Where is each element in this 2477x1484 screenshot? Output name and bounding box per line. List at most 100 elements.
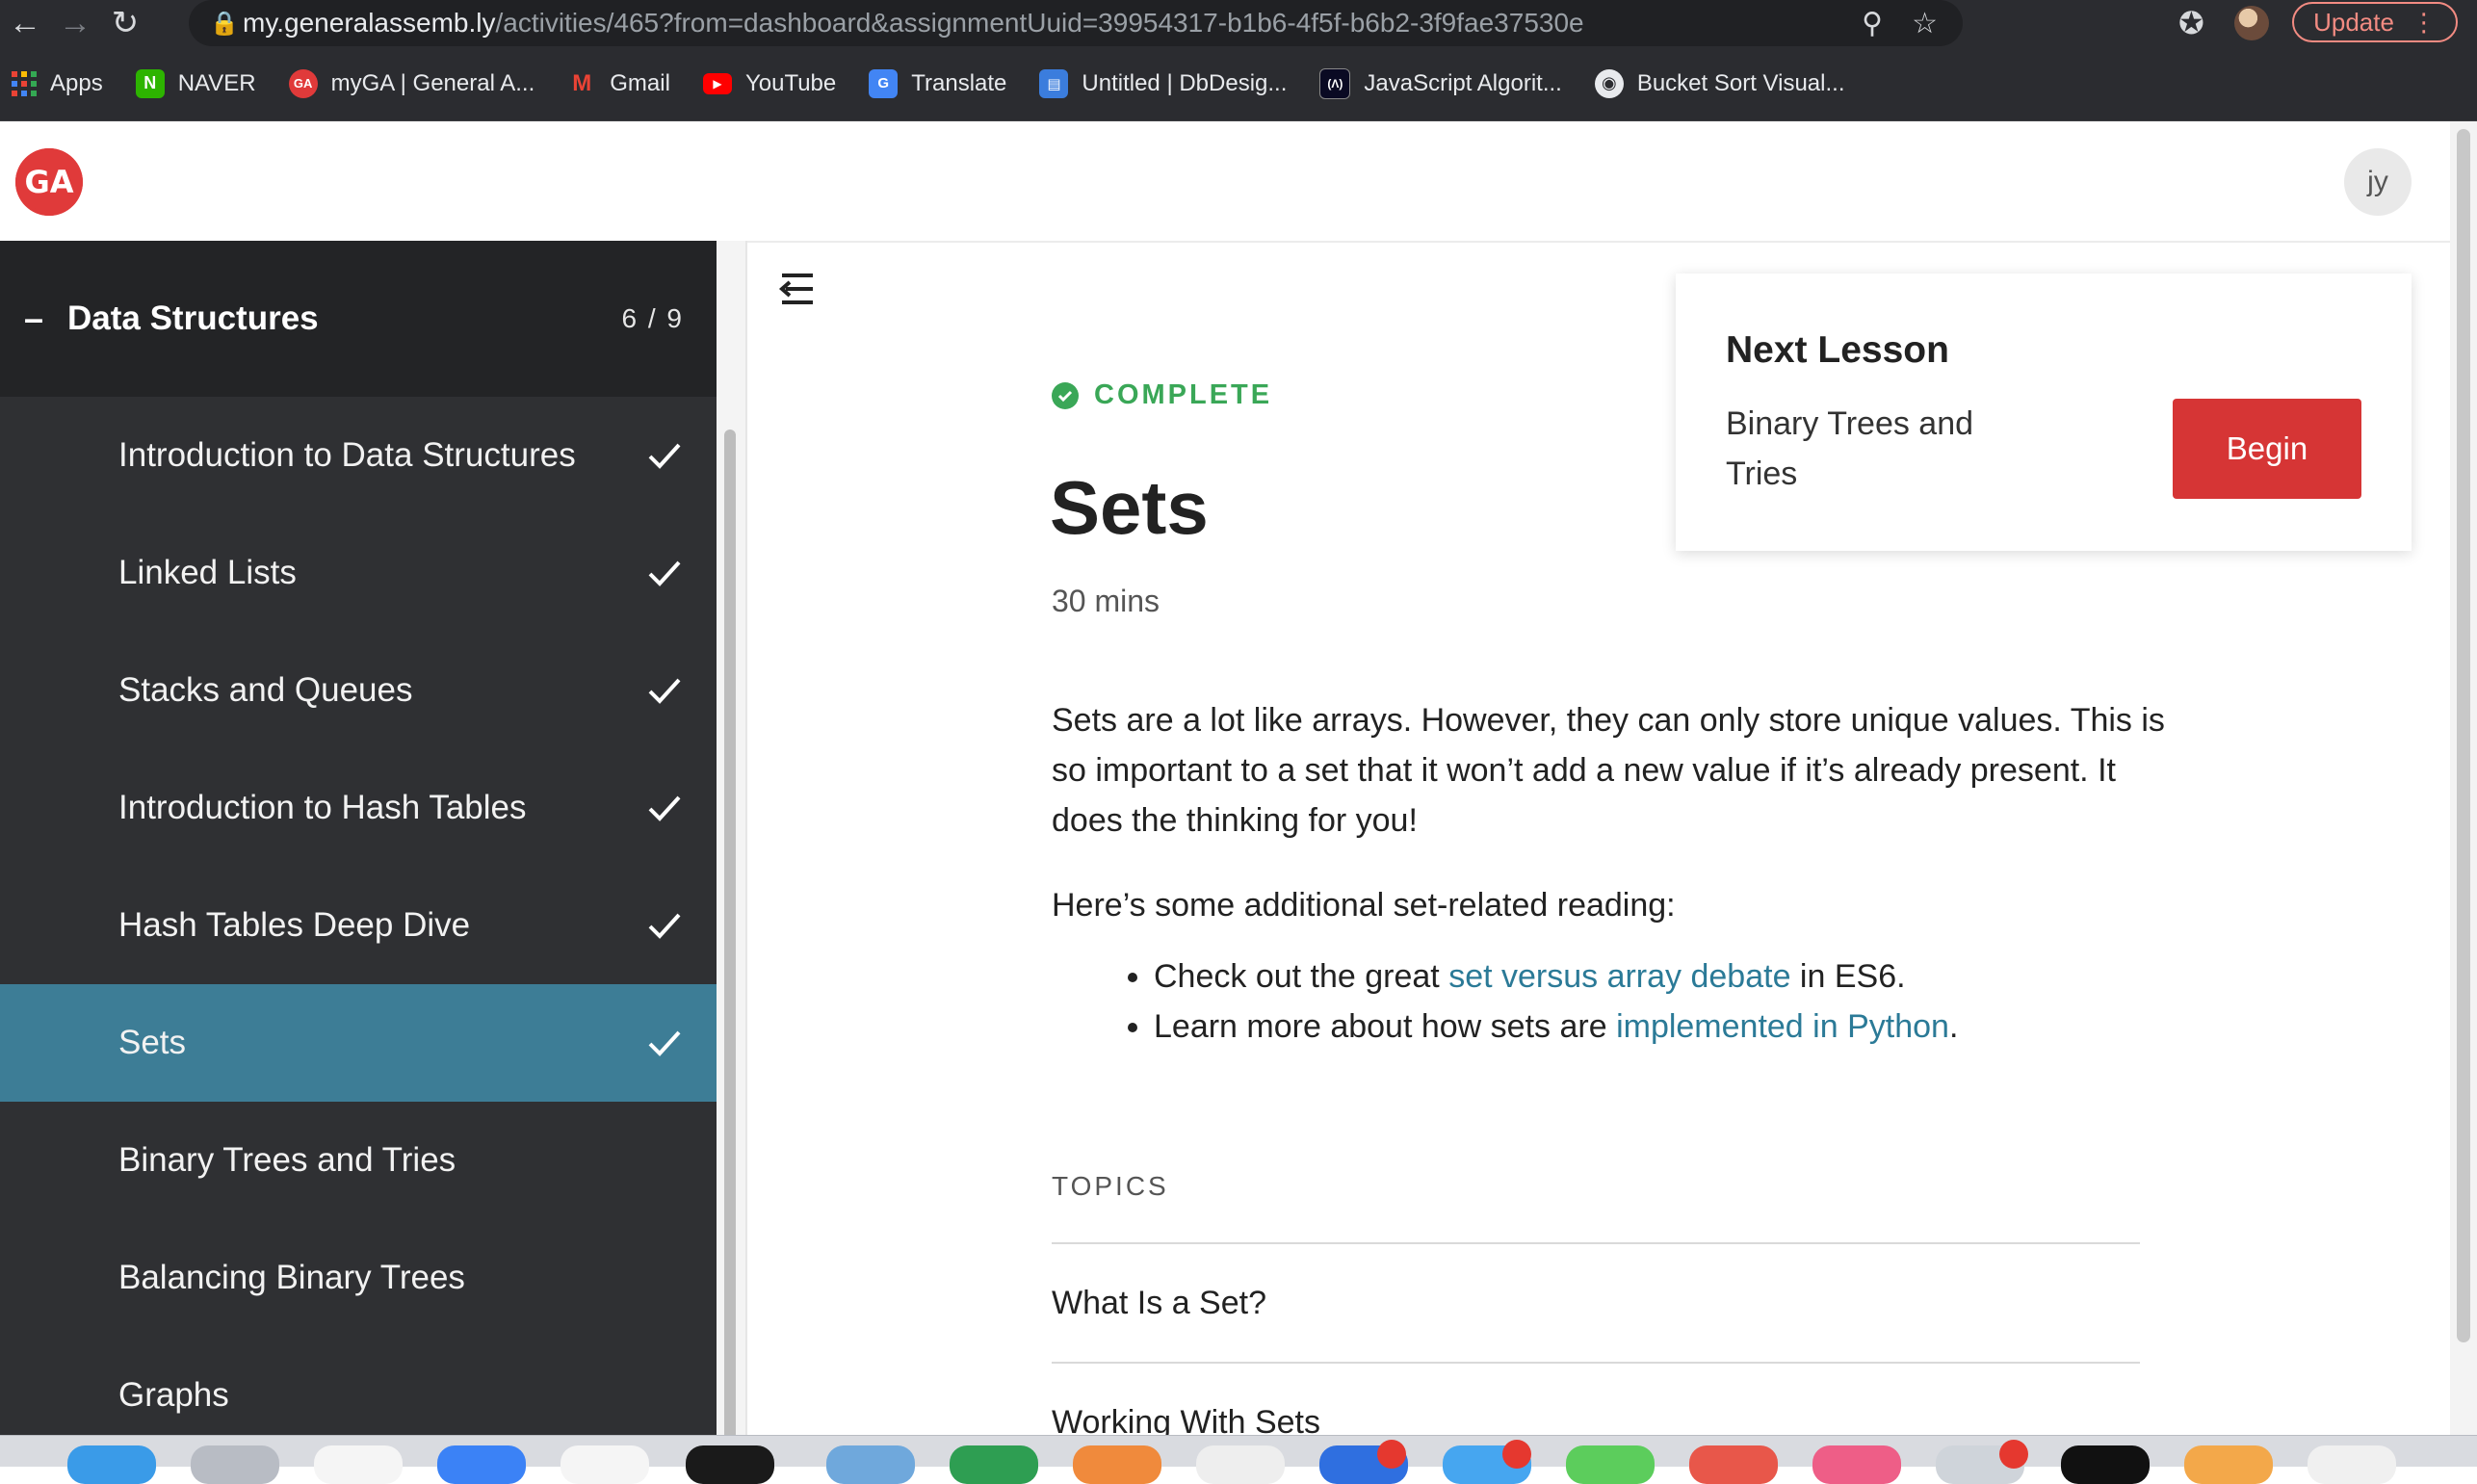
sidebar-item-sets[interactable]: Sets <box>0 984 717 1102</box>
bookmark-naver[interactable]: N NAVER <box>135 68 256 98</box>
extensions-puzzle-icon[interactable]: ✪ <box>2178 0 2204 46</box>
checkmark-icon <box>648 913 681 939</box>
reading-list: Check out the great set versus array deb… <box>1052 951 2169 1052</box>
dock-books-icon[interactable] <box>1073 1445 1161 1484</box>
freecodecamp-icon: (Λ) <box>1319 67 1351 99</box>
set-vs-array-link[interactable]: set versus array debate <box>1448 958 1790 995</box>
dock-vscode-icon[interactable] <box>2061 1445 2150 1484</box>
sidebar-item-label: Hash Tables Deep Dive <box>118 906 471 944</box>
sidebar-scrollbar-thumb[interactable] <box>724 430 736 1441</box>
dock-launchpad-icon[interactable] <box>191 1445 279 1484</box>
sidebar-item-binary-trees-and-tries[interactable]: Binary Trees and Tries <box>0 1102 717 1219</box>
sidebar-item-linked-lists[interactable]: Linked Lists <box>0 514 717 632</box>
dock-notes-icon[interactable] <box>1196 1445 1285 1484</box>
checkmark-icon <box>648 443 681 469</box>
bookmark-dbdesigner[interactable]: ▤ Untitled | DbDesig... <box>1039 68 1287 98</box>
address-bar[interactable]: 🔒 my.generalassemb.ly/activities/465?fro… <box>189 0 1963 46</box>
lesson-body: Sets are a lot like arrays. However, the… <box>1052 695 2169 1052</box>
dock-facetime-icon[interactable] <box>1566 1445 1655 1484</box>
update-button[interactable]: Update ⋮ <box>2292 2 2458 42</box>
lesson-list: Introduction to Data Structures Linked Li… <box>0 397 717 1435</box>
more-vertical-icon: ⋮ <box>2411 7 2437 37</box>
next-lesson-card: Next Lesson Binary Trees and Tries Begin <box>1676 273 2412 551</box>
sidebar-item-label: Balancing Binary Trees <box>118 1259 465 1296</box>
dock-chrome-icon[interactable] <box>2184 1445 2273 1484</box>
sidebar-item-balancing-binary-trees[interactable]: Balancing Binary Trees <box>0 1219 717 1337</box>
zoom-icon[interactable]: ⚲ <box>1862 7 1883 40</box>
sidebar-item-stacks-and-queues[interactable]: Stacks and Queues <box>0 632 717 749</box>
youtube-icon: ▶ <box>702 72 732 94</box>
sidebar-item-hash-tables-deep-dive[interactable]: Hash Tables Deep Dive <box>0 867 717 984</box>
page-scrollbar[interactable] <box>2450 121 2477 1441</box>
checkmark-icon <box>648 560 681 586</box>
lock-icon: 🔒 <box>210 10 239 37</box>
intro-paragraph: Sets are a lot like arrays. However, the… <box>1052 702 2165 839</box>
bookmark-myga[interactable]: GA myGA | General A... <box>288 68 535 98</box>
list-item: Learn more about how sets are implemente… <box>1154 1002 2169 1052</box>
bookmark-translate[interactable]: G Translate <box>869 68 1006 98</box>
page-title: Sets <box>1050 465 1209 550</box>
user-avatar[interactable]: jy <box>2344 148 2412 216</box>
dock-music-icon[interactable] <box>1689 1445 1778 1484</box>
list-item: Check out the great set versus array deb… <box>1154 951 2169 1002</box>
dock-preview-icon[interactable] <box>826 1445 915 1484</box>
dock-safari-icon[interactable] <box>314 1445 403 1484</box>
sidebar-item-label: Graphs <box>118 1376 229 1414</box>
section-progress-count: 6 / 9 <box>621 303 684 333</box>
sidebar-item-introduction-to-data-structures[interactable]: Introduction to Data Structures <box>0 397 717 514</box>
dock-numbers-icon[interactable] <box>950 1445 1038 1484</box>
back-arrow-icon[interactable]: ← <box>0 0 50 46</box>
topics-heading: TOPICS <box>1052 1171 1169 1201</box>
apps-grid-icon <box>12 70 37 96</box>
topic-what-is-a-set[interactable]: What Is a Set? <box>1052 1242 2140 1362</box>
dock-podcasts-icon[interactable] <box>1812 1445 1901 1484</box>
bookmark-gmail[interactable]: M Gmail <box>567 69 670 98</box>
sidebar-item-graphs[interactable]: Graphs <box>0 1337 717 1435</box>
sidebar-item-introduction-to-hash-tables[interactable]: Introduction to Hash Tables <box>0 749 717 867</box>
checkmark-icon <box>648 678 681 704</box>
sidebar-item-label: Stacks and Queues <box>118 671 413 709</box>
reading-intro: Here’s some additional set-related readi… <box>1052 887 1676 924</box>
python-sets-link[interactable]: implemented in Python <box>1616 1008 1949 1045</box>
dock-calendar-icon[interactable] <box>561 1445 649 1484</box>
translate-icon: G <box>869 68 899 98</box>
macos-dock <box>0 1435 2477 1484</box>
bookmark-apps[interactable]: Apps <box>12 70 103 97</box>
dock-trash-icon[interactable] <box>2308 1445 2396 1484</box>
bookmark-bucket-sort[interactable]: ◉ Bucket Sort Visual... <box>1594 68 1845 98</box>
ga-logo[interactable]: GA <box>15 148 83 216</box>
page-scrollbar-thumb[interactable] <box>2457 129 2470 1342</box>
checkmark-icon <box>648 795 681 821</box>
dock-finder-icon[interactable] <box>67 1445 156 1484</box>
browser-profile-avatar[interactable] <box>2234 6 2269 40</box>
toggle-sidebar-icon[interactable] <box>778 272 817 306</box>
sidebar-item-label: Linked Lists <box>118 554 297 591</box>
forward-arrow-icon[interactable]: → <box>50 0 100 46</box>
sidebar-item-label: Sets <box>118 1024 187 1061</box>
bookmark-star-icon[interactable]: ☆ <box>1912 7 1938 40</box>
notification-badge <box>1502 1440 1531 1469</box>
sidebar-item-label: Introduction to Data Structures <box>118 436 576 474</box>
sidebar-scrollbar[interactable] <box>717 241 747 1441</box>
notification-badge <box>1999 1440 2028 1469</box>
completion-status: COMPLETE <box>1052 379 1272 411</box>
next-lesson-heading: Next Lesson <box>1726 329 1949 371</box>
dock-mail-icon[interactable] <box>437 1445 526 1484</box>
section-header-data-structures[interactable]: – Data Structures 6 / 9 <box>0 241 717 397</box>
bookmark-youtube[interactable]: ▶ YouTube <box>702 70 836 97</box>
begin-button[interactable]: Begin <box>2173 399 2361 499</box>
dock-terminal-icon[interactable] <box>686 1445 774 1484</box>
collapse-minus-icon[interactable]: – <box>0 299 67 339</box>
globe-icon: ◉ <box>1594 68 1624 98</box>
bookmark-freecodecamp[interactable]: (Λ) JavaScript Algorit... <box>1319 67 1562 99</box>
course-sidebar: – Data Structures 6 / 9 Introduction to … <box>0 241 717 1435</box>
lesson-duration: 30 mins <box>1052 584 1160 618</box>
url-text: my.generalassemb.ly/activities/465?from=… <box>243 8 1584 38</box>
check-circle-icon <box>1052 381 1079 409</box>
next-lesson-name: Binary Trees and Tries <box>1726 405 1974 492</box>
sidebar-item-label: Introduction to Hash Tables <box>118 789 527 826</box>
section-title: Data Structures <box>67 299 319 337</box>
notification-badge <box>1377 1440 1406 1469</box>
bookmarks-bar: Apps N NAVER GA myGA | General A... M Gm… <box>0 46 2477 121</box>
reload-icon[interactable]: ↻ <box>100 0 150 46</box>
